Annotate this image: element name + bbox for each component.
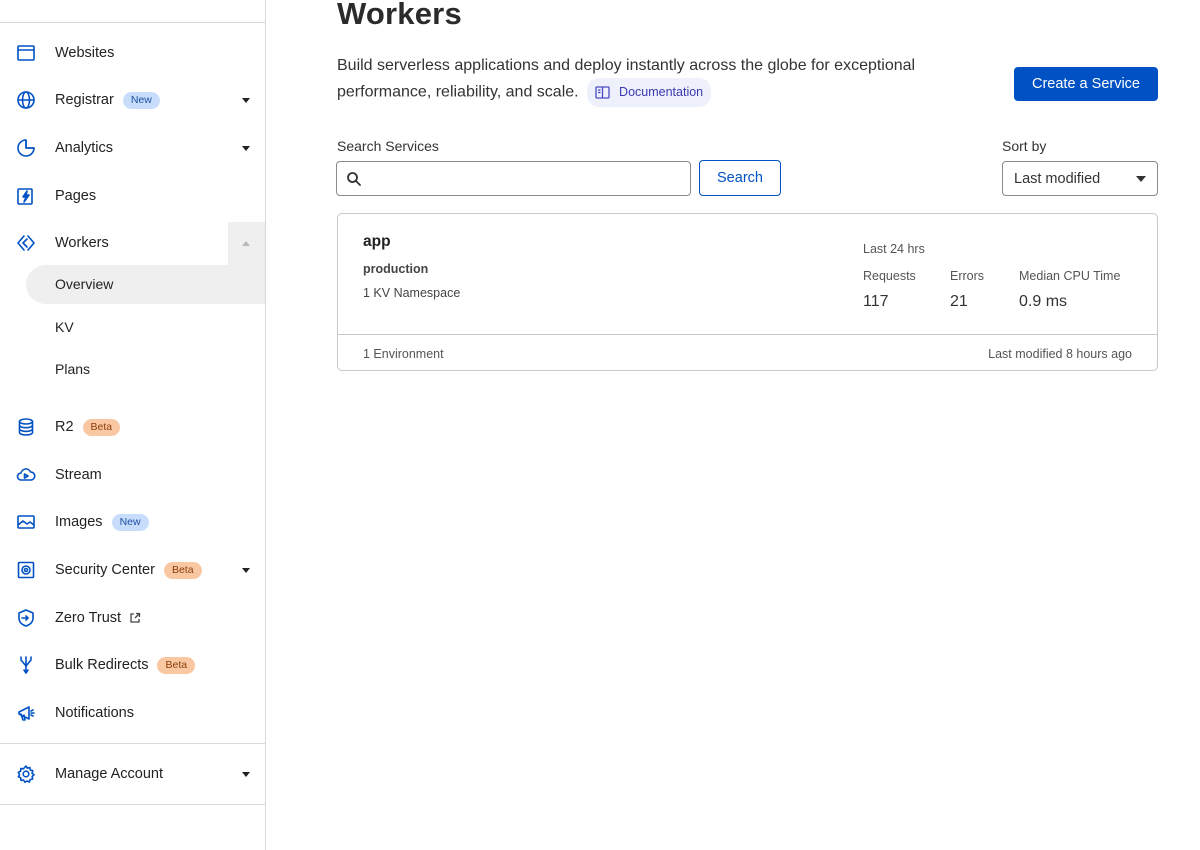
sidebar-subitem-overview[interactable]: Overview [0, 265, 265, 303]
sidebar-item-notifications[interactable]: Notifications [0, 693, 265, 733]
sidebar-item-bulk-redirects[interactable]: Bulk Redirects Beta [0, 645, 265, 685]
service-card-link[interactable]: app production 1 KV Namespace Last 24 hr… [338, 214, 1157, 334]
service-kv-count: 1 KV Namespace [363, 286, 461, 300]
new-badge: New [111, 513, 149, 531]
page-description: Build serverless applications and deploy… [337, 53, 977, 107]
sidebar-item-label: Pages [55, 188, 97, 204]
lightning-icon [15, 185, 37, 207]
book-icon [595, 86, 610, 99]
chevron-up-icon [242, 240, 250, 246]
shield-arrow-icon [15, 607, 37, 629]
sidebar-item-r2[interactable]: R2 Beta [0, 407, 265, 447]
sidebar-item-security-center[interactable]: Security Center Beta [0, 550, 265, 590]
stat-value-requests: 117 [863, 293, 889, 310]
card-divider [338, 334, 1157, 335]
sidebar-subitem-label: KV [55, 319, 74, 335]
workers-diamond-icon [15, 232, 37, 254]
stats-period: Last 24 hrs [863, 242, 925, 256]
environment-count: 1 Environment [363, 347, 444, 361]
sort-select[interactable]: Last modified [1002, 161, 1158, 196]
chevron-down-icon [242, 97, 250, 103]
stat-value-errors: 21 [950, 293, 968, 310]
sort-selected-value: Last modified [1014, 171, 1101, 187]
stat-label-errors: Errors [950, 269, 985, 283]
chevron-down-icon [242, 771, 250, 777]
sidebar-item-label: Bulk Redirects [55, 657, 149, 673]
cloud-play-icon [15, 464, 37, 486]
sidebar-item-label: Websites [55, 45, 115, 61]
sidebar-item-analytics[interactable]: Analytics [0, 128, 265, 168]
sidebar-item-registrar[interactable]: Registrar New [0, 80, 265, 120]
gear-icon [15, 763, 37, 785]
sidebar-item-label: Registrar [55, 92, 114, 108]
service-card: app production 1 KV Namespace Last 24 hr… [337, 213, 1158, 371]
browser-window-icon [15, 42, 37, 64]
sidebar-item-pages[interactable]: Pages [0, 176, 265, 216]
sidebar-item-label: Security Center [55, 562, 155, 578]
database-icon [15, 416, 37, 438]
search-input[interactable] [367, 164, 685, 194]
documentation-link-label: Documentation [619, 85, 704, 99]
documentation-link[interactable]: Documentation [587, 78, 712, 107]
sidebar-top-divider [0, 22, 265, 23]
beta-badge: Beta [82, 418, 121, 436]
search-icon [346, 171, 362, 187]
sidebar-subitem-kv[interactable]: KV [0, 308, 265, 346]
image-icon [15, 511, 37, 533]
sidebar-item-label: Zero Trust [55, 610, 122, 626]
redirect-icon [15, 654, 37, 676]
main-content: Workers Build serverless applications an… [266, 0, 1200, 850]
new-badge: New [122, 91, 160, 109]
sidebar-item-workers[interactable]: Workers [0, 223, 265, 263]
pie-chart-icon [15, 137, 37, 159]
sidebar: Websites Registrar New Analytics Pages W… [0, 0, 266, 850]
chevron-down-icon [242, 567, 250, 573]
sidebar-item-label: Workers [55, 235, 109, 251]
search-button[interactable]: Search [699, 160, 781, 196]
search-label: Search Services [337, 138, 439, 154]
external-link-icon [129, 612, 141, 624]
security-center-icon [15, 559, 37, 581]
stat-label-requests: Requests [863, 269, 916, 283]
sidebar-item-manage-account[interactable]: Manage Account [0, 754, 265, 794]
stat-value-cpu-time: 0.9 ms [1019, 293, 1068, 310]
sidebar-divider [0, 743, 265, 744]
sidebar-item-label: Analytics [55, 140, 114, 156]
last-modified: Last modified 8 hours ago [988, 347, 1132, 361]
globe-icon [15, 89, 37, 111]
sidebar-subitem-label: Plans [55, 361, 91, 377]
sidebar-item-label: Stream [55, 467, 102, 483]
chevron-down-icon [242, 145, 250, 151]
search-field[interactable] [336, 161, 691, 196]
sidebar-item-label: Manage Account [55, 766, 164, 782]
sidebar-item-websites[interactable]: Websites [0, 33, 265, 73]
megaphone-icon [15, 702, 37, 724]
sidebar-item-zero-trust[interactable]: Zero Trust [0, 598, 265, 638]
service-environment: production [363, 262, 429, 276]
sidebar-divider [0, 804, 265, 805]
beta-badge: Beta [163, 561, 202, 579]
stat-label-cpu-time: Median CPU Time [1019, 269, 1121, 283]
sort-label: Sort by [1002, 138, 1047, 154]
sidebar-item-label: R2 [55, 419, 74, 435]
service-name: app [363, 233, 391, 250]
create-service-button[interactable]: Create a Service [1014, 67, 1158, 101]
beta-badge: Beta [157, 656, 196, 674]
sidebar-subitem-plans[interactable]: Plans [0, 350, 265, 388]
chevron-down-icon [1136, 176, 1146, 182]
sidebar-item-stream[interactable]: Stream [0, 455, 265, 495]
page-title: Workers [337, 0, 462, 31]
sidebar-item-images[interactable]: Images New [0, 502, 265, 542]
sidebar-item-label: Images [55, 514, 103, 530]
sidebar-item-label: Notifications [55, 705, 134, 721]
sidebar-subitem-label: Overview [55, 276, 114, 292]
